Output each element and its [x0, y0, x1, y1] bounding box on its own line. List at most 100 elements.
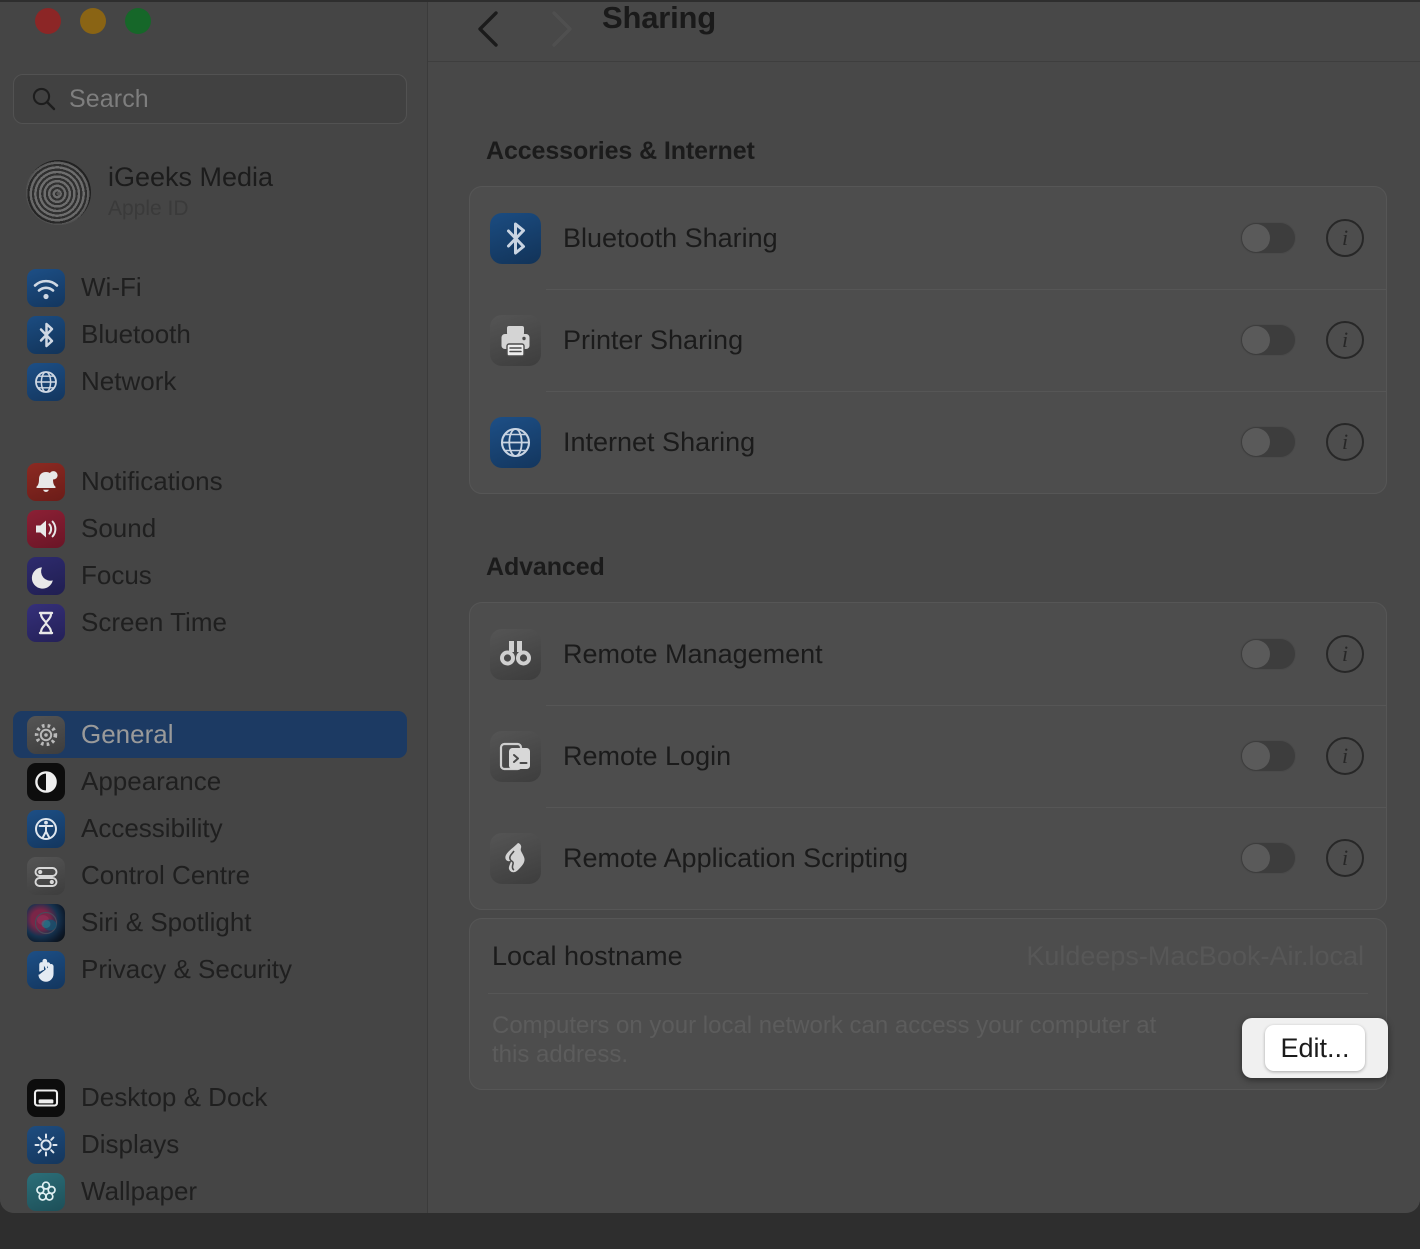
hostname-row: Local hostname Kuldeeps-MacBook-Air.loca…	[470, 919, 1386, 993]
info-button-internet-sharing[interactable]: i	[1326, 423, 1364, 461]
info-button-remote-login[interactable]: i	[1326, 737, 1364, 775]
info-button-remote-management[interactable]: i	[1326, 635, 1364, 673]
sidebar-item-label: Screen Time	[81, 607, 227, 638]
sidebar-item-label: Accessibility	[81, 813, 223, 844]
divider	[488, 993, 1368, 994]
sidebar-group-general: General Appearance Accessibility Control…	[13, 711, 407, 993]
sidebar-item-appearance[interactable]: Appearance	[13, 758, 407, 805]
row-label: Remote Application Scripting	[563, 843, 908, 874]
edit-button[interactable]: Edit...	[1265, 1025, 1365, 1071]
sliders-icon	[27, 857, 65, 895]
row-label: Printer Sharing	[563, 325, 743, 356]
speaker-icon	[27, 510, 65, 548]
section-title-advanced: Advanced	[486, 553, 605, 582]
info-button-bluetooth-sharing[interactable]: i	[1326, 219, 1364, 257]
sidebar-item-label: Wallpaper	[81, 1176, 197, 1207]
toggle-remote-login[interactable]	[1240, 740, 1296, 772]
wifi-icon	[27, 269, 65, 307]
sidebar-item-desktop-dock[interactable]: Desktop & Dock	[13, 1074, 407, 1121]
sidebar-item-label: General	[81, 719, 174, 750]
bell-icon	[27, 463, 65, 501]
sidebar-item-control-centre[interactable]: Control Centre	[13, 852, 407, 899]
moon-icon	[27, 557, 65, 595]
bluetooth-icon	[27, 316, 65, 354]
sidebar-group-network: Wi-Fi Bluetooth Network	[13, 264, 407, 405]
sidebar-item-privacy-security[interactable]: Privacy & Security	[13, 946, 407, 993]
hourglass-icon	[27, 604, 65, 642]
terminal-icon	[490, 731, 541, 782]
row-internet-sharing[interactable]: Internet Sharing i	[470, 391, 1386, 493]
sidebar-item-label: Privacy & Security	[81, 954, 292, 985]
sidebar-item-apple-id[interactable]: iGeeks Media Apple ID	[13, 150, 407, 234]
account-subtitle: Apple ID	[108, 197, 273, 221]
system-settings-window: Search iGeeks Media Apple ID Wi-Fi Bluet…	[0, 2, 1420, 1213]
sidebar-item-displays[interactable]: Displays	[13, 1121, 407, 1168]
sidebar-item-focus[interactable]: Focus	[13, 552, 407, 599]
row-remote-login[interactable]: Remote Login i	[470, 705, 1386, 807]
row-remote-management[interactable]: Remote Management i	[470, 603, 1386, 705]
sidebar-item-label: Desktop & Dock	[81, 1082, 267, 1113]
sidebar-item-wi-fi[interactable]: Wi-Fi	[13, 264, 407, 311]
sidebar-item-accessibility[interactable]: Accessibility	[13, 805, 407, 852]
toggle-internet-sharing[interactable]	[1240, 426, 1296, 458]
row-label: Remote Login	[563, 741, 731, 772]
traffic-lights	[35, 8, 151, 34]
info-button-printer-sharing[interactable]: i	[1326, 321, 1364, 359]
toggle-knob	[1242, 844, 1270, 872]
sidebar-item-bluetooth[interactable]: Bluetooth	[13, 311, 407, 358]
toolbar: Sharing	[428, 2, 1420, 62]
sidebar-item-label: Control Centre	[81, 860, 250, 891]
row-label: Bluetooth Sharing	[563, 223, 778, 254]
toggle-bluetooth-sharing[interactable]	[1240, 222, 1296, 254]
row-printer-sharing[interactable]: Printer Sharing i	[470, 289, 1386, 391]
sidebar: Search iGeeks Media Apple ID Wi-Fi Bluet…	[0, 2, 428, 1213]
row-bluetooth-sharing[interactable]: Bluetooth Sharing i	[470, 187, 1386, 289]
sidebar-item-sound[interactable]: Sound	[13, 505, 407, 552]
toggle-remote-management[interactable]	[1240, 638, 1296, 670]
toggle-remote-application-scripting[interactable]	[1240, 842, 1296, 874]
sidebar-item-wallpaper[interactable]: Wallpaper	[13, 1168, 407, 1213]
wallpaper-icon	[27, 1173, 65, 1211]
sidebar-group-desktop: Desktop & Dock Displays Wallpaper	[13, 1074, 407, 1213]
sidebar-item-label: Bluetooth	[81, 319, 191, 350]
row-label: Internet Sharing	[563, 427, 755, 458]
section-title-accessories: Accessories & Internet	[486, 137, 755, 166]
sidebar-item-label: Siri & Spotlight	[81, 907, 252, 938]
sidebar-item-label: Network	[81, 366, 176, 397]
sidebar-item-label: Wi-Fi	[81, 272, 142, 303]
account-name: iGeeks Media	[108, 162, 273, 193]
sidebar-group-system: Notifications Sound Focus Screen Time	[13, 458, 407, 646]
toggle-knob	[1242, 428, 1270, 456]
toggle-knob	[1242, 326, 1270, 354]
search-input[interactable]: Search	[13, 74, 407, 124]
info-button-remote-application-scripting[interactable]: i	[1326, 839, 1364, 877]
sidebar-item-notifications[interactable]: Notifications	[13, 458, 407, 505]
gear-icon	[27, 716, 65, 754]
toggle-knob	[1242, 640, 1270, 668]
sidebar-item-network[interactable]: Network	[13, 358, 407, 405]
back-button[interactable]	[466, 2, 512, 60]
contrast-icon	[27, 763, 65, 801]
row-remote-application-scripting[interactable]: Remote Application Scripting i	[470, 807, 1386, 909]
binoculars-icon	[490, 629, 541, 680]
zoom-button[interactable]	[125, 8, 151, 34]
avatar	[26, 160, 91, 225]
hostname-description: Computers on your local network can acce…	[492, 1011, 1182, 1070]
sidebar-item-general[interactable]: General	[13, 711, 407, 758]
sidebar-item-screen-time[interactable]: Screen Time	[13, 599, 407, 646]
section-panel-accessories: Bluetooth Sharing i Printer Sharing i	[469, 186, 1387, 494]
toggle-knob	[1242, 742, 1270, 770]
row-label: Remote Management	[563, 639, 823, 670]
sidebar-item-siri-spotlight[interactable]: Siri & Spotlight	[13, 899, 407, 946]
desktop-icon	[27, 1079, 65, 1117]
forward-button[interactable]	[538, 2, 584, 60]
accessibility-icon	[27, 810, 65, 848]
chevron-left-icon	[474, 8, 504, 55]
globe-icon	[27, 363, 65, 401]
minimize-button[interactable]	[80, 8, 106, 34]
sidebar-item-label: Sound	[81, 513, 156, 544]
close-button[interactable]	[35, 8, 61, 34]
hand-icon	[27, 951, 65, 989]
globe-icon	[490, 417, 541, 468]
toggle-printer-sharing[interactable]	[1240, 324, 1296, 356]
